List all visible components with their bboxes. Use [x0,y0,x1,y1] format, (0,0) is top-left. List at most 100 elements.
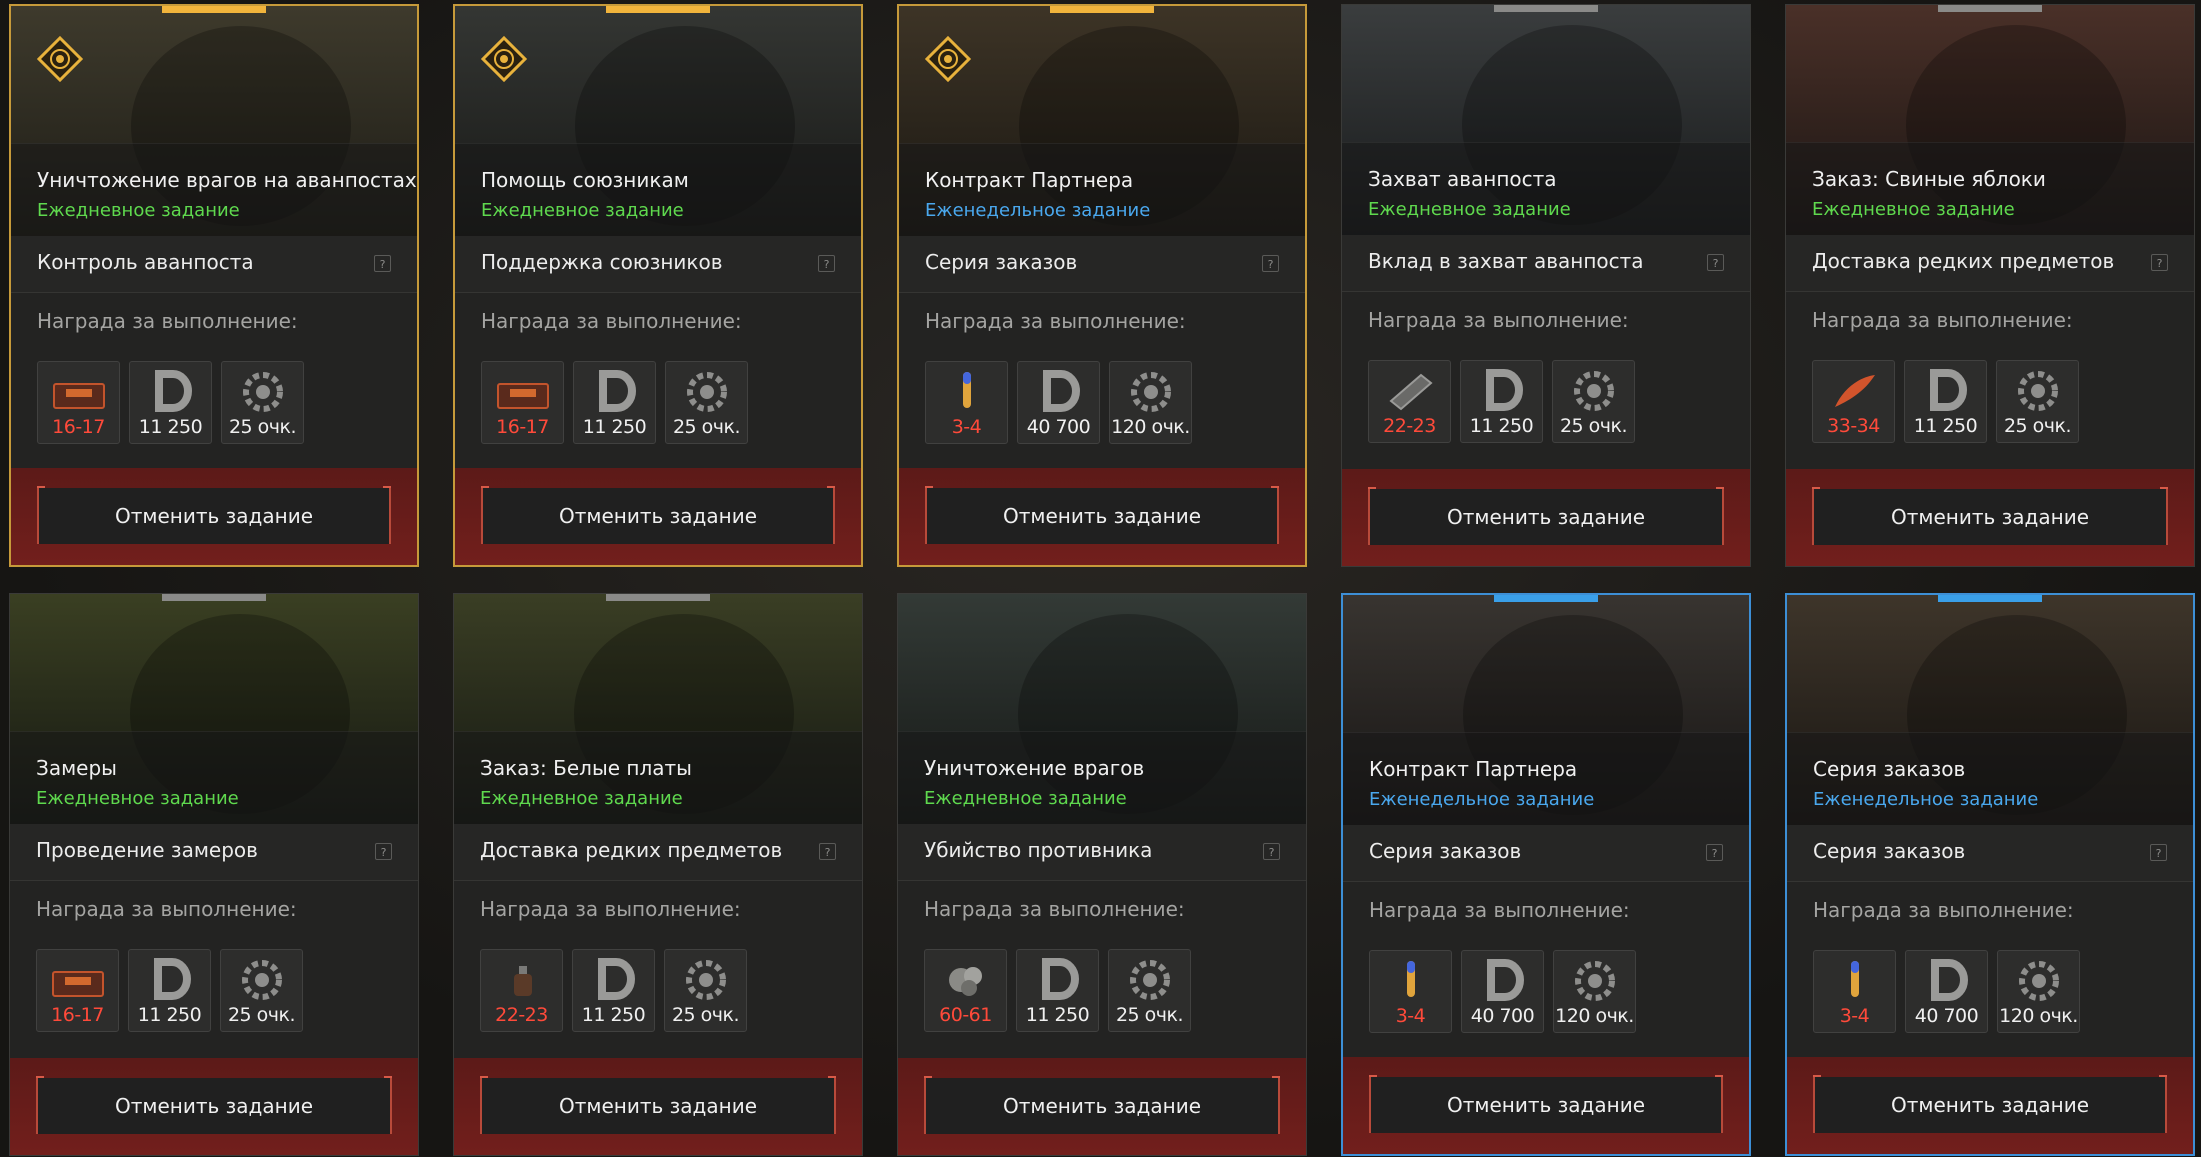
cancel-quest-button[interactable]: Отменить задание [36,1076,392,1134]
reward-item[interactable]: 11 250 [129,361,212,444]
reward-item[interactable]: 60-61 [924,949,1007,1032]
reward-item[interactable]: 40 700 [1461,950,1544,1033]
cancel-quest-button[interactable]: Отменить задание [1812,487,2168,545]
quest-footer: Отменить задание [899,468,1305,565]
quest-objective: Серия заказов [1813,839,1966,863]
quest-hero-image: Захват аванпоста Ежедневное задание [1342,5,1750,235]
cancel-quest-button[interactable]: Отменить задание [1369,1075,1723,1133]
cancel-quest-button[interactable]: Отменить задание [1368,487,1724,545]
reward-item[interactable]: 22-23 [1368,360,1451,443]
reward-value: 40 700 [1026,416,1091,438]
help-icon[interactable]: ? [374,255,391,272]
reward-item[interactable]: 25 очк. [221,361,304,444]
quest-type: Ежедневное задание [1812,199,2015,220]
cancel-quest-button[interactable]: Отменить задание [925,486,1279,544]
reward-item[interactable]: 11 250 [1460,360,1543,443]
card-top-accent [162,594,266,601]
card-top-accent [1494,5,1598,12]
help-icon[interactable]: ? [819,843,836,860]
reward-item[interactable]: 3-4 [925,361,1008,444]
reward-item[interactable]: 11 250 [572,949,655,1032]
reward-item[interactable]: 120 очк. [1109,361,1192,444]
help-icon[interactable]: ? [1263,843,1280,860]
quest-footer: Отменить задание [1786,469,2194,566]
help-icon[interactable]: ? [818,255,835,272]
reward-item[interactable]: 40 700 [1017,361,1100,444]
quest-card-2[interactable]: Помощь союзникам Ежедневное задание Подд… [453,4,863,567]
quest-card-8[interactable]: Уничтожение врагов Ежедневное задание Уб… [897,593,1307,1156]
reward-value: 25 очк. [1115,1004,1184,1026]
reward-item[interactable]: 120 очк. [1997,950,2080,1033]
cancel-quest-button[interactable]: Отменить задание [481,486,835,544]
quest-card-7[interactable]: Заказ: Белые платы Ежедневное задание До… [453,593,863,1156]
reward-item[interactable]: 25 очк. [665,361,748,444]
reward-item[interactable]: 22-23 [480,949,563,1032]
help-icon[interactable]: ? [1707,254,1724,271]
cancel-quest-button[interactable]: Отменить задание [480,1076,836,1134]
quest-footer: Отменить задание [11,468,417,565]
quest-title: Заказ: Белые платы [480,756,692,780]
quest-footer: Отменить задание [1342,469,1750,566]
currency-d-icon [598,958,635,1000]
quest-footer: Отменить задание [455,468,861,565]
bullet-icon [1407,961,1415,997]
crate-icon [53,383,105,409]
help-icon[interactable]: ? [2150,844,2167,861]
reward-label: Награда за выполнение: [1368,308,1629,332]
currency-d-icon [599,370,636,412]
cancel-quest-button[interactable]: Отменить задание [37,486,391,544]
help-icon[interactable]: ? [1262,255,1279,272]
quest-objective-row: Поддержка союзников ? [455,236,861,293]
reward-item[interactable]: 25 очк. [220,949,303,1032]
feather-icon [1835,375,1875,407]
ore-icon [949,967,982,996]
reward-item[interactable]: 25 очк. [664,949,747,1032]
reward-item[interactable]: 3-4 [1369,950,1452,1033]
reward-item[interactable]: 16-17 [37,361,120,444]
reward-value: 25 очк. [227,1004,296,1026]
reward-list: 22-23 11 250 25 очк. [1368,360,1635,443]
clan-emblem-icon [481,36,527,82]
quest-objective-row: Доставка редких предметов ? [1786,235,2194,292]
quest-type: Ежедневное задание [481,200,684,221]
reward-item[interactable]: 25 очк. [1996,360,2079,443]
reward-item[interactable]: 11 250 [1016,949,1099,1032]
reward-item[interactable]: 16-17 [481,361,564,444]
reward-value: 11 250 [137,1004,202,1026]
quest-card-4[interactable]: Захват аванпоста Ежедневное задание Вкла… [1341,4,1751,567]
reward-item[interactable]: 3-4 [1813,950,1896,1033]
quest-objective: Серия заказов [1369,839,1522,863]
quest-objective: Вклад в захват аванпоста [1368,249,1644,273]
reward-value: 3-4 [1395,1005,1426,1027]
quest-hero-image: Контракт Партнера Еженедельное задание [1343,595,1749,825]
currency-d-icon [1043,370,1080,412]
quest-hero-image: Замеры Ежедневное задание [10,594,418,824]
quest-card-3[interactable]: Контракт Партнера Еженедельное задание С… [897,4,1307,567]
gear-points-icon [1130,960,1170,1000]
reward-item[interactable]: 11 250 [573,361,656,444]
reward-label: Награда за выполнение: [480,897,741,921]
reward-item[interactable]: 11 250 [1904,360,1987,443]
reward-value: 11 250 [138,416,203,438]
quest-card-5[interactable]: Заказ: Свиные яблоки Ежедневное задание … [1785,4,2195,567]
quest-title: Помощь союзникам [481,168,689,192]
reward-item[interactable]: 25 очк. [1108,949,1191,1032]
reward-list: 16-17 11 250 25 очк. [481,361,748,444]
reward-value: 3-4 [951,416,982,438]
cancel-quest-button[interactable]: Отменить задание [1813,1075,2167,1133]
cancel-quest-button[interactable]: Отменить задание [924,1076,1280,1134]
reward-value: 11 250 [1913,415,1978,437]
reward-item[interactable]: 33-34 [1812,360,1895,443]
help-icon[interactable]: ? [2151,254,2168,271]
reward-item[interactable]: 11 250 [128,949,211,1032]
help-icon[interactable]: ? [375,843,392,860]
quest-card-10[interactable]: Серия заказов Еженедельное задание Серия… [1785,593,2195,1156]
quest-card-6[interactable]: Замеры Ежедневное задание Проведение зам… [9,593,419,1156]
help-icon[interactable]: ? [1706,844,1723,861]
quest-card-9[interactable]: Контракт Партнера Еженедельное задание С… [1341,593,1751,1156]
reward-item[interactable]: 120 очк. [1553,950,1636,1033]
reward-item[interactable]: 40 700 [1905,950,1988,1033]
reward-item[interactable]: 25 очк. [1552,360,1635,443]
quest-card-1[interactable]: Уничтожение врагов на аванпостах Ежеднев… [9,4,419,567]
reward-item[interactable]: 16-17 [36,949,119,1032]
